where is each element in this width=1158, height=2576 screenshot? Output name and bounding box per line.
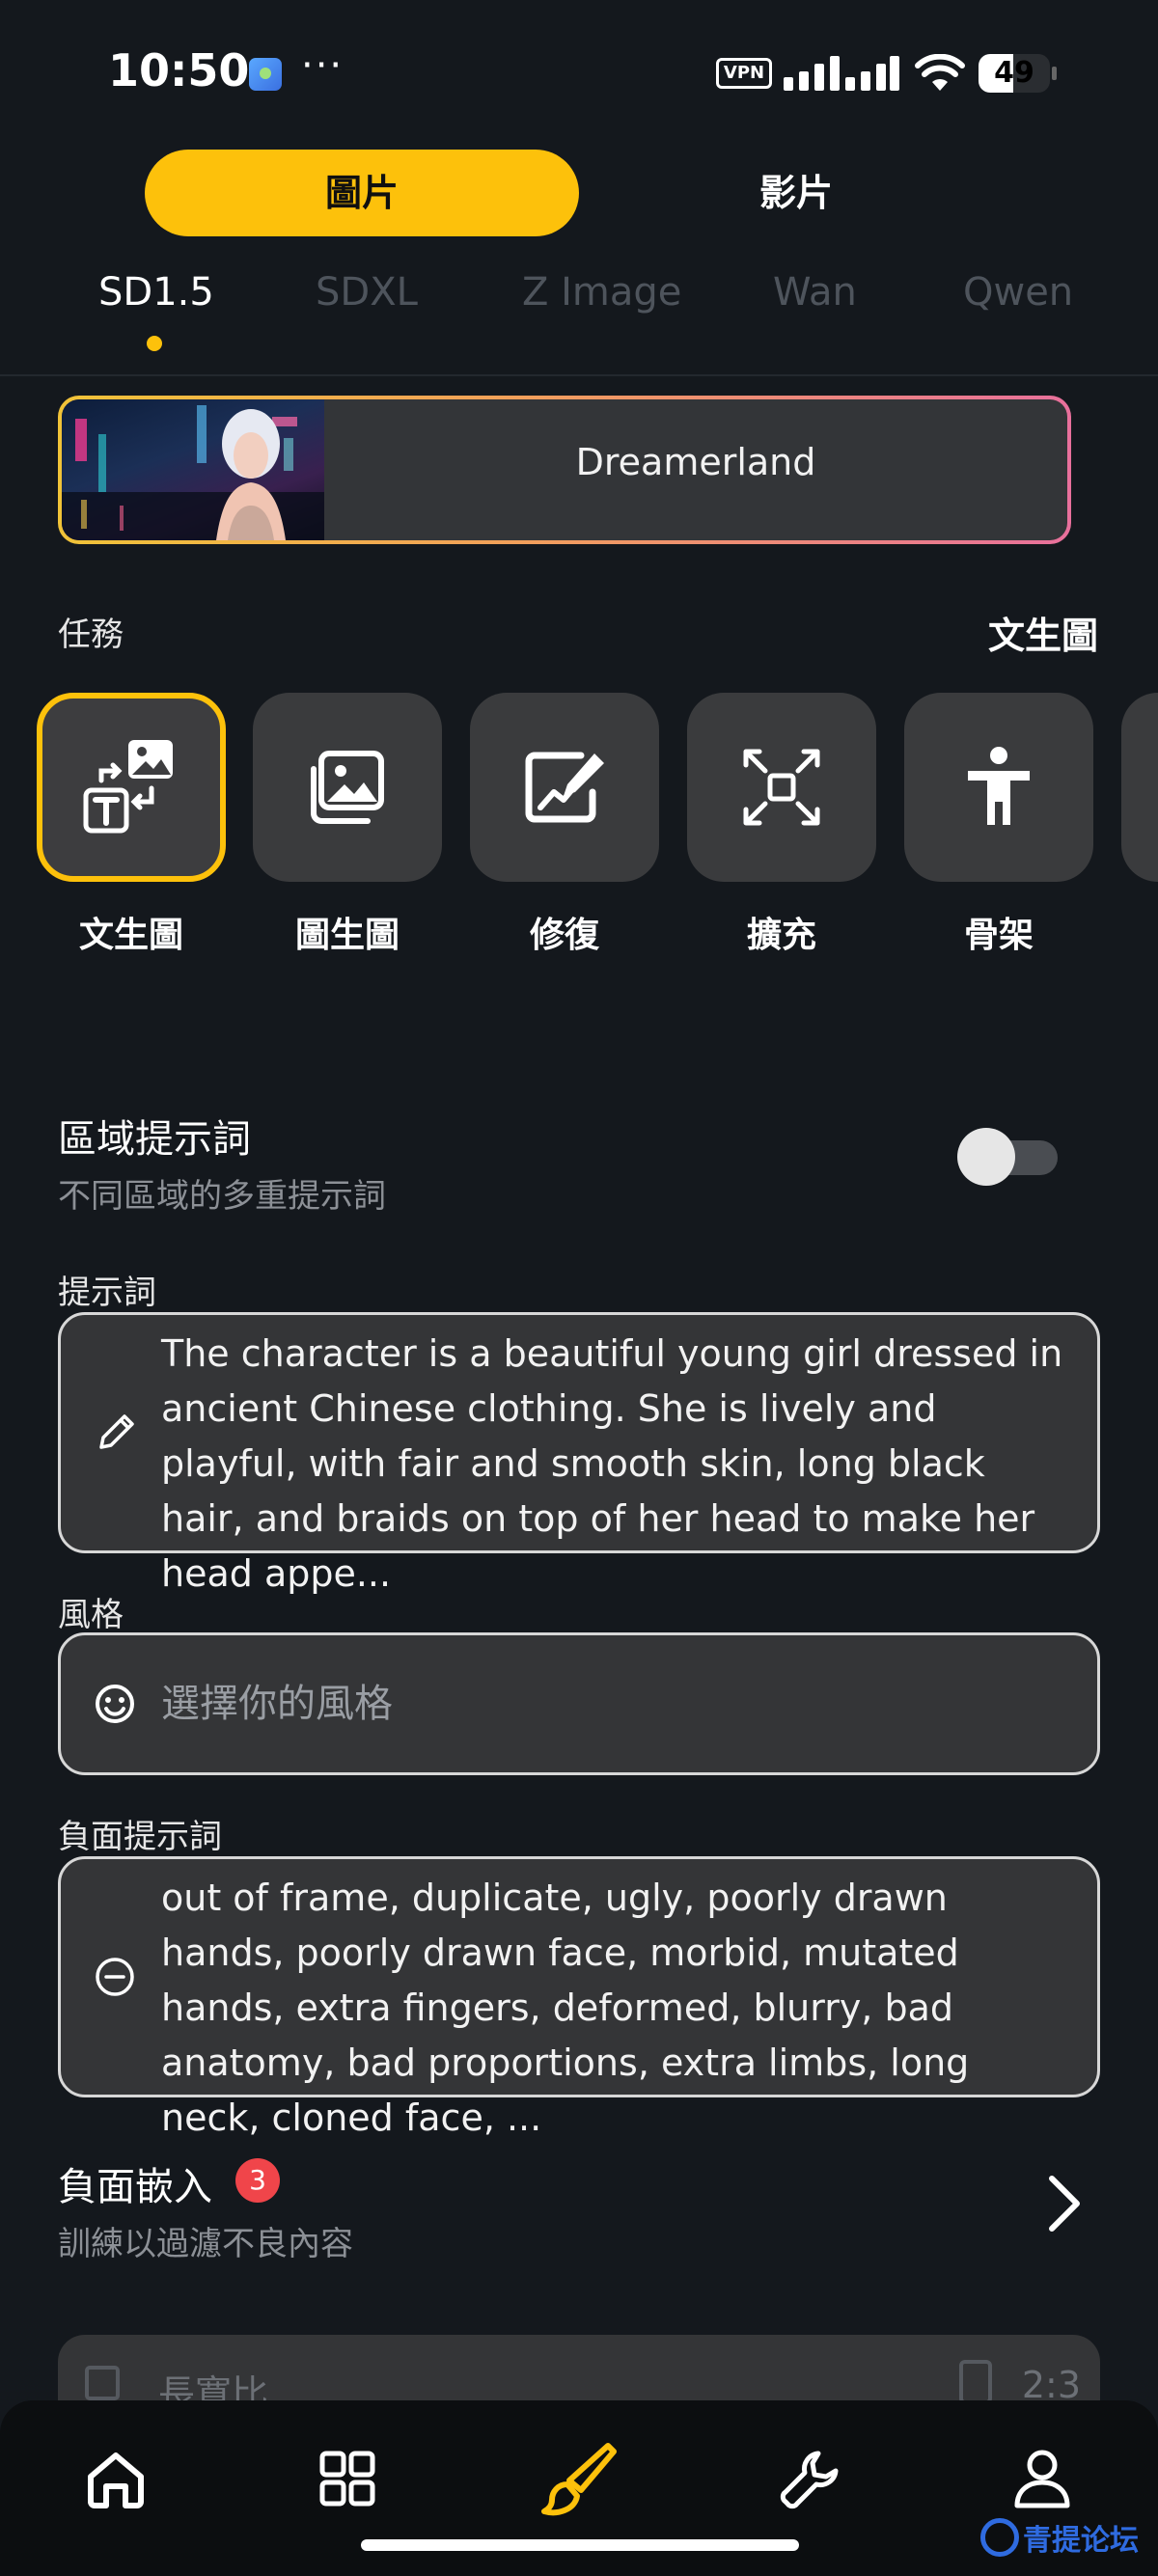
model-tab-sd15[interactable]: SD1.5 (98, 270, 214, 315)
negative-prompt-field[interactable]: out of frame, duplicate, ugly, poorly dr… (58, 1856, 1100, 2139)
pose-icon (968, 747, 1030, 825)
prompt-label: 提示詞 (58, 1274, 156, 1312)
task-tile[interactable] (904, 693, 1093, 882)
model-tab-sdxl[interactable]: SDXL (316, 270, 418, 315)
battery-nub (1052, 67, 1057, 80)
task-label: 文生圖 (78, 916, 183, 955)
style-placeholder: 選擇你的風格 (161, 1682, 393, 1726)
prompt-field[interactable]: The character is a beautiful young girl … (58, 1312, 1100, 1595)
nav-home[interactable] (63, 2425, 169, 2532)
battery-level: 49 (994, 56, 1034, 90)
style-field[interactable]: 選擇你的風格 (58, 1632, 1100, 1775)
portrait-icon (959, 2360, 992, 2404)
regional-prompt-title: 區域提示詞 (58, 1117, 251, 1162)
wifi-icon (915, 54, 965, 91)
task-tile[interactable] (1121, 693, 1158, 882)
task-text-to-image[interactable]: 文生圖 (37, 693, 226, 957)
model-tab-qwen[interactable]: Qwen (963, 270, 1073, 315)
negative-prompt-label: 負面提示詞 (58, 1818, 222, 1856)
smiley-icon (96, 1685, 134, 1723)
task-label: 擴充 (746, 916, 816, 955)
watermark: 青提论坛 (980, 2516, 1139, 2566)
battery-icon: 49 (979, 54, 1058, 93)
task-section-title: 任務 (58, 616, 124, 654)
task-label: 修復 (529, 916, 599, 955)
toggle-knob (957, 1128, 1015, 1186)
grid-icon (319, 2451, 375, 2507)
task-image-to-image[interactable]: 圖生圖 (253, 693, 442, 957)
task-tile[interactable] (253, 693, 442, 882)
banner-thumbnail-image (62, 399, 324, 540)
task-inpaint[interactable]: 修復 (470, 693, 659, 957)
model-tabs: SD1.5 SDXL Z Image Wan Qwen (0, 260, 1158, 376)
image-to-image-icon (311, 751, 384, 824)
current-task-label: 文生圖 (987, 615, 1098, 657)
watermark-text: 青提论坛 (1023, 2524, 1139, 2558)
more-notifications-icon: ··· (301, 43, 345, 88)
task-outpaint[interactable]: 擴充 (687, 693, 876, 957)
banner-title: Dreamerland (575, 441, 816, 483)
signal-icon (784, 56, 899, 91)
app-notification-icon (249, 58, 282, 91)
screen: 10:50 ··· VPN 49 圖片 影片 SD1.5 SDXL Z Imag… (0, 0, 1158, 2576)
battery-body: 49 (979, 54, 1050, 93)
profile-icon (1014, 2450, 1070, 2508)
home-icon (88, 2453, 144, 2508)
vpn-icon: VPN (716, 58, 772, 89)
task-tile[interactable] (687, 693, 876, 882)
negative-embedding-subtitle: 訓練以過濾不良內容 (58, 2225, 353, 2263)
model-tab-wan[interactable]: Wan (773, 270, 857, 315)
nav-gallery[interactable] (294, 2425, 400, 2532)
task-more[interactable] (1121, 693, 1158, 882)
task-label: 圖生圖 (294, 916, 400, 955)
negative-embedding-title[interactable]: 負面嵌入 (58, 2155, 212, 2211)
aspect-ratio-icon (85, 2366, 120, 2400)
regional-prompt-toggle[interactable] (957, 1128, 1063, 1186)
negative-embedding-count-badge: 3 (235, 2158, 280, 2203)
status-time: 10:50 (108, 44, 250, 96)
model-banner[interactable]: Dreamerland (58, 396, 1071, 544)
prompt-text: The character is a beautiful young girl … (161, 1332, 1063, 1595)
negative-prompt-text: out of frame, duplicate, ugly, poorly dr… (161, 1877, 970, 2139)
chevron-right-icon[interactable] (1040, 2173, 1089, 2234)
task-tile[interactable] (37, 693, 226, 882)
home-indicator (361, 2539, 799, 2551)
pencil-icon (99, 1414, 134, 1449)
brush-icon (541, 2443, 617, 2516)
mode-tab-video[interactable]: 影片 (676, 150, 917, 236)
text-to-image-icon (83, 740, 173, 834)
expand-icon (743, 749, 820, 826)
task-label: 骨架 (963, 916, 1034, 955)
wrench-icon (780, 2451, 839, 2509)
nav-tools[interactable] (758, 2425, 864, 2532)
inpaint-icon (525, 752, 604, 823)
watermark-logo-icon (980, 2518, 1019, 2557)
regional-prompt-subtitle: 不同區域的多重提示詞 (58, 1177, 386, 1216)
task-tile[interactable] (470, 693, 659, 882)
banner-inner: Dreamerland (62, 399, 1067, 540)
task-pose[interactable]: 骨架 (904, 693, 1093, 957)
active-tab-indicator (147, 336, 162, 351)
nav-create[interactable] (526, 2425, 632, 2532)
minus-circle-icon (96, 1958, 134, 1996)
style-label: 風格 (58, 1596, 124, 1634)
mode-tab-image[interactable]: 圖片 (145, 150, 579, 236)
model-tab-z-image[interactable]: Z Image (522, 270, 681, 315)
